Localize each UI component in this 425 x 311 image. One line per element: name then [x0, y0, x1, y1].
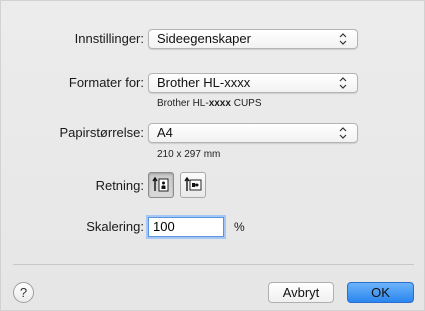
printer-prefix: Brother HL- [157, 98, 209, 109]
orientation-label: Retning: [95, 178, 144, 193]
updown-arrows-icon [339, 77, 347, 89]
updown-arrows-icon [339, 127, 347, 139]
cancel-button[interactable]: Avbryt [268, 282, 334, 303]
format-for-popup[interactable]: Brother HL-xxxx [148, 73, 358, 93]
printer-suffix: CUPS [233, 98, 262, 109]
paper-dimensions: 210 x 297 mm [157, 149, 221, 160]
page-setup-dialog: Innstillinger: Sideegenskaper Formater f… [0, 0, 425, 311]
paper-size-value: A4 [157, 125, 173, 140]
updown-arrows-icon [339, 33, 347, 45]
ok-button[interactable]: OK [347, 282, 414, 303]
portrait-icon [152, 176, 169, 192]
scale-input[interactable]: 100 [148, 217, 224, 237]
settings-label: Innstillinger: [74, 31, 144, 46]
scale-unit: % [234, 220, 245, 234]
printer-model: xxxx [208, 98, 231, 109]
printer-description: Brother HL-xxxx CUPS [157, 98, 262, 109]
scale-label: Skalering: [86, 219, 144, 234]
paper-size-label: Papirstørrelse: [59, 125, 144, 140]
portrait-button[interactable] [148, 172, 174, 198]
settings-value: Sideegenskaper [157, 31, 251, 46]
paper-size-popup[interactable]: A4 [148, 123, 358, 143]
format-for-label: Formater for: [68, 75, 144, 90]
landscape-button[interactable] [180, 172, 206, 198]
help-button[interactable]: ? [13, 282, 34, 303]
settings-popup[interactable]: Sideegenskaper [148, 29, 358, 49]
format-for-value: Brother HL-xxxx [157, 75, 251, 90]
divider [13, 264, 414, 265]
landscape-icon [184, 176, 202, 191]
